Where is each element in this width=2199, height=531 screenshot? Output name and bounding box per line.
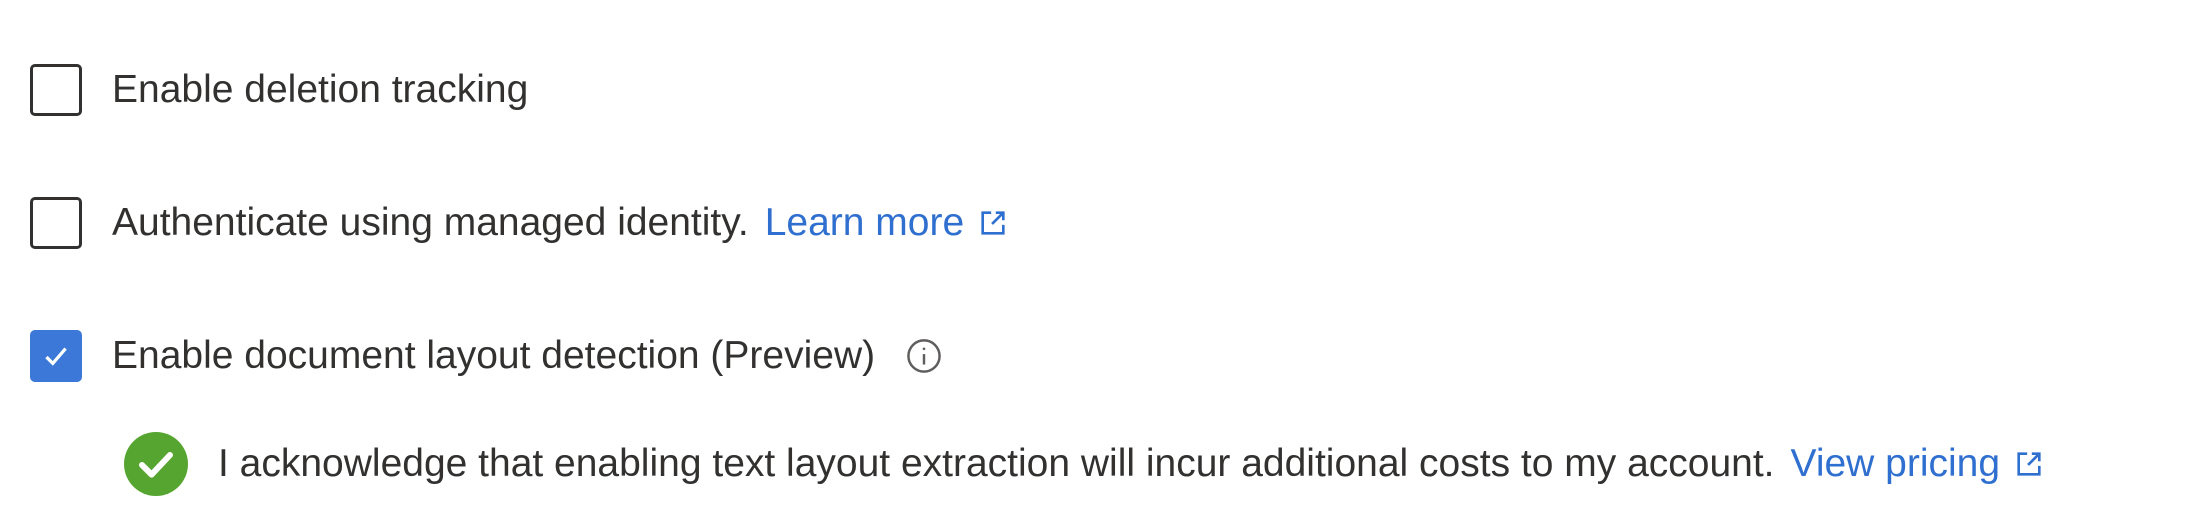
deletion-tracking-option[interactable]: Enable deletion tracking — [30, 61, 528, 119]
view-pricing-link[interactable]: View pricing — [1791, 435, 2045, 493]
checkmark-icon — [45, 347, 67, 366]
success-check-icon — [124, 432, 188, 496]
external-link-icon — [2014, 449, 2044, 479]
view-pricing-link-text: View pricing — [1790, 442, 2001, 485]
managed-identity-checkbox[interactable] — [30, 197, 82, 249]
managed-identity-label: Authenticate using managed identity. — [112, 201, 749, 244]
layout-detection-option[interactable]: Enable document layout detection (Previe… — [30, 327, 943, 385]
acknowledgement-message: I acknowledge that enabling text layout … — [124, 432, 2045, 496]
managed-identity-option[interactable]: Authenticate using managed identity. Lea… — [30, 194, 1008, 252]
info-icon[interactable] — [905, 337, 943, 375]
deletion-tracking-label: Enable deletion tracking — [112, 68, 529, 111]
external-link-icon — [978, 208, 1008, 238]
layout-detection-checkbox[interactable] — [30, 330, 82, 382]
learn-more-link[interactable]: Learn more — [765, 194, 1008, 252]
layout-detection-label: Enable document layout detection (Previe… — [112, 334, 876, 377]
deletion-tracking-checkbox[interactable] — [30, 64, 82, 116]
acknowledgement-text: I acknowledge that enabling text layout … — [218, 442, 1775, 485]
learn-more-link-text: Learn more — [764, 201, 965, 244]
